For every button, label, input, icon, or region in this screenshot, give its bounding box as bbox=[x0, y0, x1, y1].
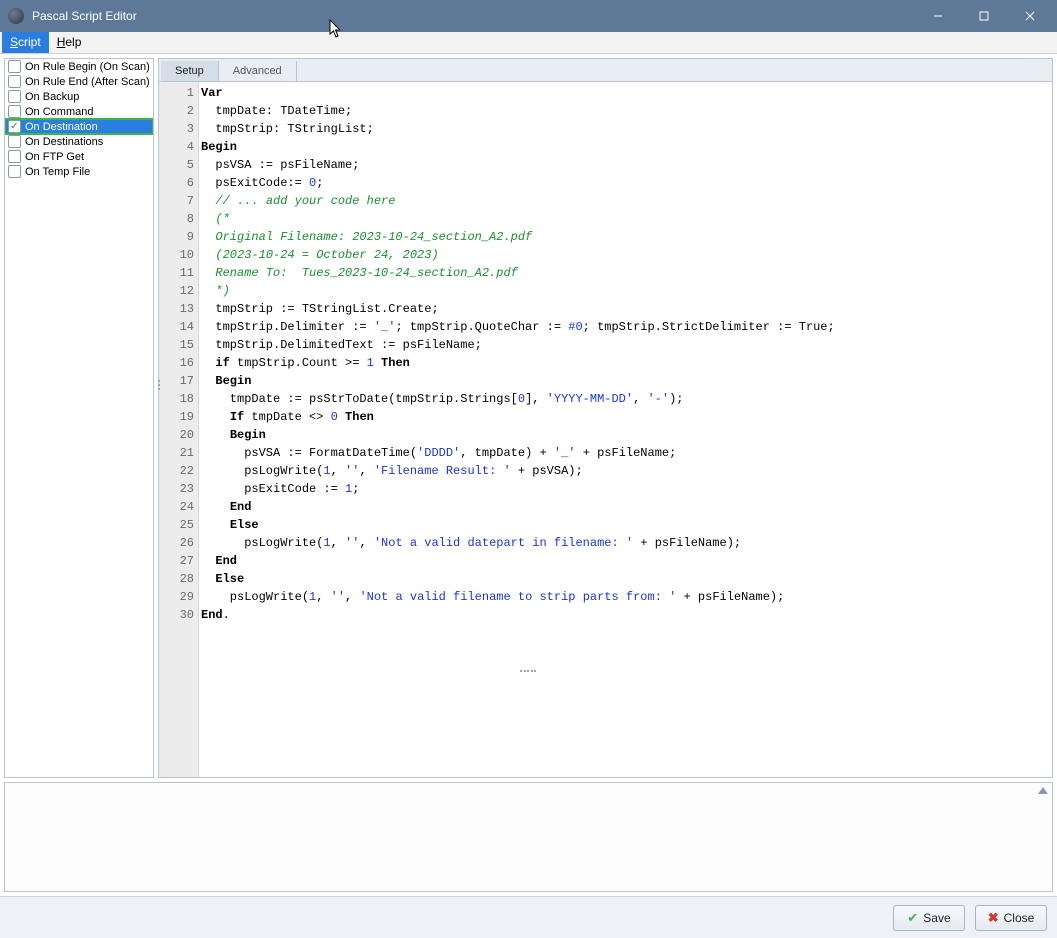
event-item-on-command[interactable]: On Command bbox=[5, 104, 153, 119]
event-checkbox[interactable] bbox=[8, 150, 21, 163]
event-label: On Rule End (After Scan) bbox=[25, 76, 150, 88]
close-button-label: Close bbox=[1004, 911, 1035, 925]
event-list-panel[interactable]: On Rule Begin (On Scan) On Rule End (Afte… bbox=[4, 58, 154, 778]
event-item-on-destination[interactable]: On Destination bbox=[5, 119, 153, 134]
event-checkbox[interactable] bbox=[8, 165, 21, 178]
cross-icon: ✖ bbox=[988, 910, 999, 926]
tab-setup[interactable]: Setup bbox=[161, 61, 219, 81]
app-icon bbox=[8, 8, 24, 24]
minimize-button[interactable] bbox=[915, 0, 961, 32]
event-checkbox[interactable] bbox=[8, 135, 21, 148]
code-editor[interactable]: 1234567891011121314151617181920212223242… bbox=[158, 82, 1053, 778]
menu-bar: ScriptHelp bbox=[0, 32, 1057, 54]
code-area[interactable]: Var tmpDate: TDateTime; tmpStrip: TStrin… bbox=[199, 82, 1052, 777]
event-item-on-rule-end-after-scan-[interactable]: On Rule End (After Scan) bbox=[5, 74, 153, 89]
event-item-on-rule-begin-on-scan-[interactable]: On Rule Begin (On Scan) bbox=[5, 59, 153, 74]
window-title: Pascal Script Editor bbox=[32, 9, 137, 23]
close-button[interactable]: ✖ Close bbox=[975, 905, 1047, 931]
event-checkbox[interactable] bbox=[8, 60, 21, 73]
event-label: On Destinations bbox=[25, 136, 103, 148]
menu-item-script[interactable]: Script bbox=[2, 32, 49, 53]
tab-strip: Setup Advanced bbox=[158, 58, 1053, 82]
window-controls bbox=[915, 0, 1053, 32]
event-checkbox[interactable] bbox=[8, 75, 21, 88]
maximize-button[interactable] bbox=[961, 0, 1007, 32]
event-item-on-destinations[interactable]: On Destinations bbox=[5, 134, 153, 149]
close-window-button[interactable] bbox=[1007, 0, 1053, 32]
event-label: On FTP Get bbox=[25, 151, 84, 163]
event-item-on-ftp-get[interactable]: On FTP Get bbox=[5, 149, 153, 164]
output-pane[interactable] bbox=[4, 782, 1053, 892]
client-area: On Rule Begin (On Scan) On Rule End (Afte… bbox=[0, 54, 1057, 782]
gutter: 1234567891011121314151617181920212223242… bbox=[159, 82, 199, 777]
scroll-up-icon[interactable] bbox=[1038, 787, 1048, 794]
event-checkbox[interactable] bbox=[8, 120, 21, 133]
check-icon: ✔ bbox=[907, 910, 918, 926]
event-label: On Destination bbox=[25, 121, 98, 133]
menu-item-help[interactable]: Help bbox=[49, 32, 90, 53]
save-button-label: Save bbox=[923, 911, 950, 925]
event-item-on-temp-file[interactable]: On Temp File bbox=[5, 164, 153, 179]
event-checkbox[interactable] bbox=[8, 105, 21, 118]
event-item-on-backup[interactable]: On Backup bbox=[5, 89, 153, 104]
footer-bar: ✔ Save ✖ Close bbox=[0, 896, 1057, 938]
tab-advanced[interactable]: Advanced bbox=[219, 61, 297, 81]
editor-area: Setup Advanced 1234567891011121314151617… bbox=[158, 58, 1053, 778]
event-label: On Backup bbox=[25, 91, 79, 103]
title-bar: Pascal Script Editor bbox=[0, 0, 1057, 32]
event-label: On Rule Begin (On Scan) bbox=[25, 61, 150, 73]
event-label: On Temp File bbox=[25, 166, 90, 178]
save-button[interactable]: ✔ Save bbox=[893, 905, 965, 931]
event-checkbox[interactable] bbox=[8, 90, 21, 103]
event-label: On Command bbox=[25, 106, 93, 118]
